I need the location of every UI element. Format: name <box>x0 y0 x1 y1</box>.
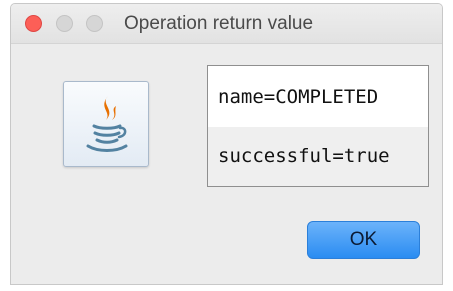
title-bar: Operation return value <box>11 4 442 44</box>
list-item[interactable]: successful=true <box>208 127 428 186</box>
window-title: Operation return value <box>124 13 314 34</box>
close-window-button[interactable] <box>25 15 42 32</box>
java-icon <box>63 81 149 167</box>
dialog-window: Operation return value name=COMPLETED su… <box>10 3 443 285</box>
zoom-window-button[interactable] <box>86 15 103 32</box>
ok-button[interactable]: OK <box>307 221 420 259</box>
minimize-window-button[interactable] <box>56 15 73 32</box>
return-values-list: name=COMPLETED successful=true <box>207 65 429 187</box>
list-item[interactable]: name=COMPLETED <box>208 68 428 127</box>
